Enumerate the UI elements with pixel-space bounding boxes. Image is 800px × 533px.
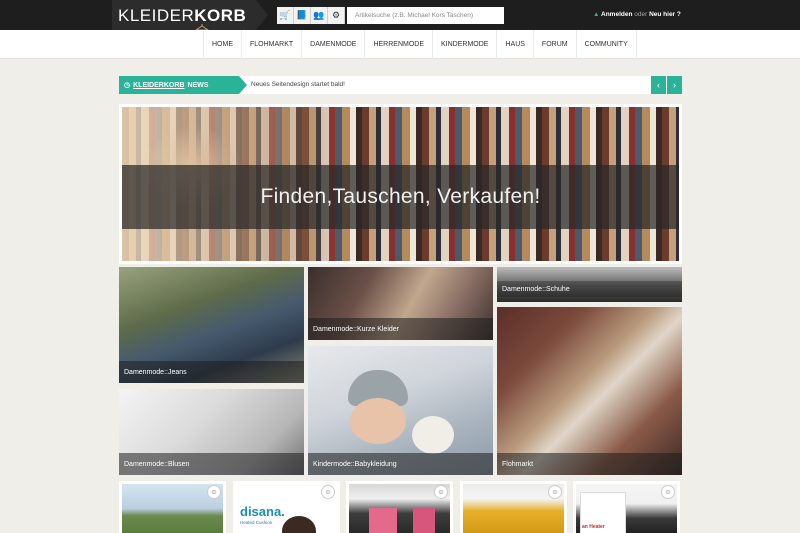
hero-title: Finden,Tauschen, Verkaufen! <box>260 185 541 208</box>
tile-caption: Flohmarkt <box>497 453 682 475</box>
hero-overlay: Finden,Tauschen, Verkaufen! <box>122 165 679 229</box>
tile-babykleidung[interactable]: Kindermode::Babykleidung <box>308 346 493 475</box>
product-label: an Heater <box>582 524 605 530</box>
users-icon[interactable]: 👥 <box>311 7 328 24</box>
clock-icon: ◷ <box>124 82 131 89</box>
user-avatar-icon[interactable]: ☺ <box>321 485 335 499</box>
cart-icon[interactable]: 🛒 <box>277 7 294 24</box>
news-suffix: NEWS <box>187 81 209 89</box>
or-text: oder <box>634 11 648 18</box>
nav-item-kindermode[interactable]: KINDERMODE <box>433 30 498 59</box>
nav-item-herrenmode[interactable]: HERRENMODE <box>365 30 434 59</box>
user-avatar-icon[interactable]: ☺ <box>207 485 221 499</box>
baby-face-shape <box>350 398 406 444</box>
toolbar-icons: 🛒 📘 👥 ⚙ <box>277 7 345 24</box>
news-brand[interactable]: KLEIDERKORB <box>133 82 184 89</box>
top-bar: KLEIDERKORB 🛒 📘 👥 ⚙ ▲ Anmelden oder Neu … <box>0 0 800 31</box>
lock-icon: ▲ <box>593 11 600 18</box>
hero-banner: Finden,Tauschen, Verkaufen! <box>119 104 682 264</box>
register-link[interactable]: Neu hier ? <box>649 11 681 18</box>
nav-item-community[interactable]: COMMUNITY <box>577 30 637 59</box>
tile-caption: Damenmode::Jeans <box>119 361 304 383</box>
product-tagline: Heated Cushion <box>240 520 273 525</box>
site-logo[interactable]: KLEIDERKORB <box>118 6 246 26</box>
hero-image: Finden,Tauschen, Verkaufen! <box>122 107 679 261</box>
nav-item-damenmode[interactable]: DAMENMODE <box>302 30 366 59</box>
user-avatar-icon[interactable]: ☺ <box>434 485 448 499</box>
nav-item-forum[interactable]: FORUM <box>534 30 577 59</box>
nav-item-home[interactable]: HOME <box>203 30 242 59</box>
teddy-bear-shape <box>412 416 454 454</box>
product-brand: disana. <box>240 504 285 519</box>
product-card[interactable]: disana. Heated Cushion ☺ <box>233 481 340 533</box>
tile-caption: Damenmode::Kurze Kleider <box>308 318 493 340</box>
tile-jeans[interactable]: Damenmode::Jeans <box>119 267 304 383</box>
product-card[interactable]: ☺ <box>119 481 226 533</box>
news-text[interactable]: Neues Seitendesign startet bald! <box>251 81 345 88</box>
nav-items: HOME FLOHMARKT DAMENMODE HERRENMODE KIND… <box>203 30 637 59</box>
book-icon[interactable]: 📘 <box>294 7 311 24</box>
product-card[interactable]: an Heater ☺ <box>573 481 680 533</box>
nav-item-flohmarkt[interactable]: FLOHMARKT <box>242 30 303 59</box>
product-card[interactable]: ☺ <box>460 481 567 533</box>
auth-links: ▲ Anmelden oder Neu hier ? <box>593 11 681 18</box>
news-ticker: ◷ KLEIDERKORB NEWS Neues Seitendesign st… <box>119 76 682 94</box>
person-shape <box>282 516 316 533</box>
tile-flohmarkt[interactable]: Flohmarkt <box>497 307 682 475</box>
nav-item-haus[interactable]: HAUS <box>497 30 534 59</box>
news-label: ◷ KLEIDERKORB NEWS <box>119 76 247 94</box>
product-card[interactable]: ☺ <box>346 481 453 533</box>
main-nav: HOME FLOHMARKT DAMENMODE HERRENMODE KIND… <box>0 30 800 59</box>
settings-icon[interactable]: ⚙ <box>328 7 345 24</box>
news-prev-button[interactable]: ‹ <box>651 76 666 94</box>
tile-caption: Damenmode::Schuhe <box>497 281 682 297</box>
login-link[interactable]: Anmelden <box>601 11 632 18</box>
news-next-button[interactable]: › <box>667 76 682 94</box>
dress-shape <box>413 508 435 533</box>
tile-blusen[interactable]: Damenmode::Blusen <box>119 389 304 475</box>
tile-kurze-kleider[interactable]: Damenmode::Kurze Kleider <box>308 267 493 340</box>
dress-shape <box>369 508 397 533</box>
tile-schuhe[interactable]: Damenmode::Schuhe <box>497 267 682 302</box>
tile-caption: Kindermode::Babykleidung <box>308 453 493 475</box>
logo-text-bold: KORB <box>194 6 247 25</box>
tile-caption: Damenmode::Blusen <box>119 453 304 475</box>
logo-text-light: KLEIDER <box>118 6 195 25</box>
user-avatar-icon[interactable]: ☺ <box>548 485 562 499</box>
search-input[interactable] <box>347 7 504 24</box>
user-avatar-icon[interactable]: ☺ <box>661 485 675 499</box>
